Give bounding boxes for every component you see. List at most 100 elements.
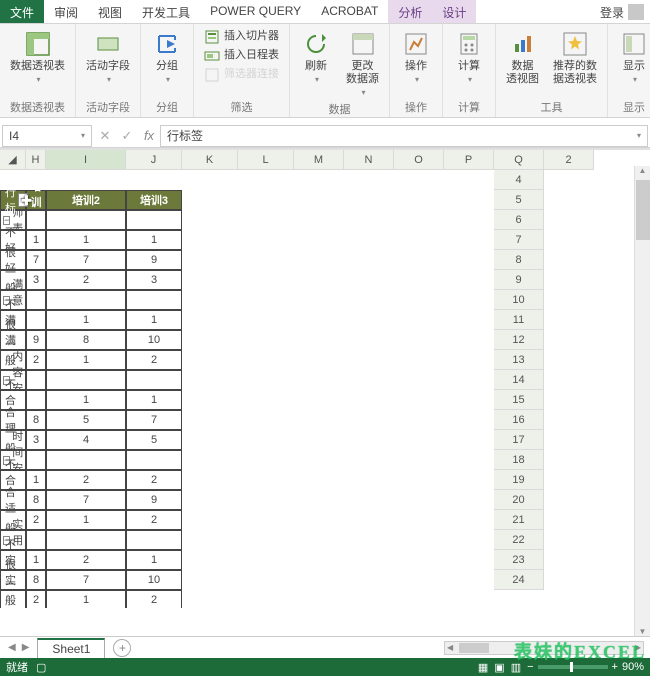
pivot-value[interactable]: 1 <box>126 390 182 410</box>
row-header[interactable]: 22 <box>494 530 544 550</box>
pivot-value[interactable]: 9 <box>126 250 182 270</box>
pivot-value[interactable]: 3 <box>126 270 182 290</box>
row-header[interactable]: 18 <box>494 450 544 470</box>
column-header[interactable]: M <box>294 150 344 170</box>
pivot-column-header[interactable]: 培训1 <box>26 190 46 210</box>
row-header[interactable]: 12 <box>494 330 544 350</box>
pivot-value[interactable]: 2 <box>46 470 126 490</box>
row-header[interactable]: 15 <box>494 390 544 410</box>
row-header[interactable]: 14 <box>494 370 544 390</box>
add-sheet-button[interactable]: + <box>113 639 131 657</box>
pivot-value[interactable]: 9 <box>126 490 182 510</box>
row-header[interactable]: 13 <box>494 350 544 370</box>
row-header[interactable]: 2 <box>544 150 594 170</box>
pivot-value[interactable]: 7 <box>46 570 126 590</box>
login-button[interactable]: 登录 <box>590 0 650 23</box>
pivot-value[interactable]: 7 <box>46 250 126 270</box>
row-header[interactable]: 20 <box>494 490 544 510</box>
pivot-value[interactable]: 8 <box>46 330 126 350</box>
pivot-value[interactable]: 8 <box>26 570 46 590</box>
pivot-value[interactable]: 1 <box>46 590 126 608</box>
row-header[interactable]: 10 <box>494 290 544 310</box>
pivot-value[interactable]: 2 <box>46 550 126 570</box>
pivot-chart-button[interactable]: 数据 透视图 <box>502 28 543 88</box>
pivot-value[interactable]: 2 <box>26 510 46 530</box>
pivot-value[interactable]: 1 <box>46 350 126 370</box>
change-source-button[interactable]: 更改 数据源 <box>342 28 383 99</box>
macro-record-icon[interactable]: ▢ <box>36 661 46 674</box>
pivot-value[interactable] <box>26 310 46 330</box>
pivot-value[interactable]: 10 <box>126 570 182 590</box>
pivot-value[interactable]: 5 <box>126 430 182 450</box>
row-header[interactable]: 21 <box>494 510 544 530</box>
row-header[interactable]: 4 <box>494 170 544 190</box>
fx-icon[interactable]: fx <box>138 128 160 143</box>
pivot-value[interactable]: 1 <box>26 470 46 490</box>
tab-analyze[interactable]: 分析 <box>388 0 432 23</box>
insert-slicer-button[interactable]: 插入切片器 <box>200 28 283 46</box>
refresh-button[interactable]: 刷新 <box>296 28 336 86</box>
row-header[interactable]: 16 <box>494 410 544 430</box>
actions-button[interactable]: 操作 <box>396 28 436 86</box>
pivot-value[interactable] <box>26 390 46 410</box>
tab-power-query[interactable]: POWER QUERY <box>200 0 311 23</box>
pivot-value[interactable]: 1 <box>46 230 126 250</box>
tab-dev[interactable]: 开发工具 <box>132 0 200 23</box>
pivot-row-label-header[interactable]: 行标▼ <box>0 190 26 210</box>
insert-timeline-button[interactable]: 插入日程表 <box>200 47 283 65</box>
column-header[interactable]: J <box>126 150 182 170</box>
row-header[interactable]: 6 <box>494 210 544 230</box>
row-header[interactable]: 7 <box>494 230 544 250</box>
pivot-value[interactable]: 7 <box>26 250 46 270</box>
show-button[interactable]: 显示 <box>614 28 650 86</box>
pivot-value[interactable]: 1 <box>26 550 46 570</box>
sheet-nav[interactable]: ◀▶ <box>0 640 37 655</box>
cancel-formula-button[interactable]: ✕ <box>94 128 116 144</box>
row-header[interactable]: 8 <box>494 250 544 270</box>
pivot-value[interactable]: 9 <box>26 330 46 350</box>
pivot-value[interactable]: 4 <box>46 430 126 450</box>
pivot-value[interactable]: 2 <box>26 350 46 370</box>
tab-file[interactable]: 文件 <box>0 0 44 23</box>
row-header[interactable]: 9 <box>494 270 544 290</box>
pivot-value[interactable]: 3 <box>26 430 46 450</box>
pivot-table-button[interactable]: 数据透视表 <box>6 28 69 86</box>
tab-review[interactable]: 审阅 <box>44 0 88 23</box>
pivot-value[interactable]: 2 <box>126 350 182 370</box>
pivot-value[interactable]: 1 <box>126 550 182 570</box>
row-header[interactable]: 19 <box>494 470 544 490</box>
row-header[interactable]: 17 <box>494 430 544 450</box>
worksheet-grid[interactable]: ◢HIJKLMNOPQ24行标▼培训1培训2培训35−讲师表达6不好1117很好… <box>0 148 650 608</box>
tab-design[interactable]: 设计 <box>432 0 476 23</box>
pivot-value[interactable]: 2 <box>126 470 182 490</box>
pivot-value[interactable]: 1 <box>126 230 182 250</box>
tab-view[interactable]: 视图 <box>88 0 132 23</box>
pivot-value[interactable]: 1 <box>26 230 46 250</box>
view-page-layout-icon[interactable]: ▣ <box>494 661 504 674</box>
row-header[interactable]: 11 <box>494 310 544 330</box>
select-all-button[interactable]: ◢ <box>0 150 26 170</box>
column-header[interactable]: L <box>238 150 294 170</box>
active-field-button[interactable]: 活动字段 <box>82 28 134 86</box>
view-normal-icon[interactable]: ▦ <box>478 661 488 674</box>
column-header[interactable]: I <box>46 150 126 170</box>
pivot-filter-button[interactable]: ▼ <box>18 193 28 207</box>
pivot-value[interactable]: 1 <box>46 310 126 330</box>
pivot-value[interactable]: 1 <box>46 390 126 410</box>
column-header[interactable]: P <box>444 150 494 170</box>
row-header[interactable]: 23 <box>494 550 544 570</box>
pivot-value[interactable]: 8 <box>26 410 46 430</box>
group-button[interactable]: 分组 <box>147 28 187 86</box>
column-header[interactable]: N <box>344 150 394 170</box>
accept-formula-button[interactable]: ✓ <box>116 128 138 144</box>
pivot-row-label[interactable]: 一般实 <box>0 590 26 608</box>
row-header[interactable]: 5 <box>494 190 544 210</box>
recommended-pivot-button[interactable]: 推荐的数 据透视表 <box>549 28 601 88</box>
sheet-tab[interactable]: Sheet1 <box>37 638 105 658</box>
calc-button[interactable]: 计算 <box>449 28 489 86</box>
pivot-value[interactable]: 7 <box>126 410 182 430</box>
pivot-value[interactable]: 8 <box>26 490 46 510</box>
column-header[interactable]: Q <box>494 150 544 170</box>
row-header[interactable]: 24 <box>494 570 544 590</box>
pivot-column-header[interactable]: 培训2 <box>46 190 126 210</box>
